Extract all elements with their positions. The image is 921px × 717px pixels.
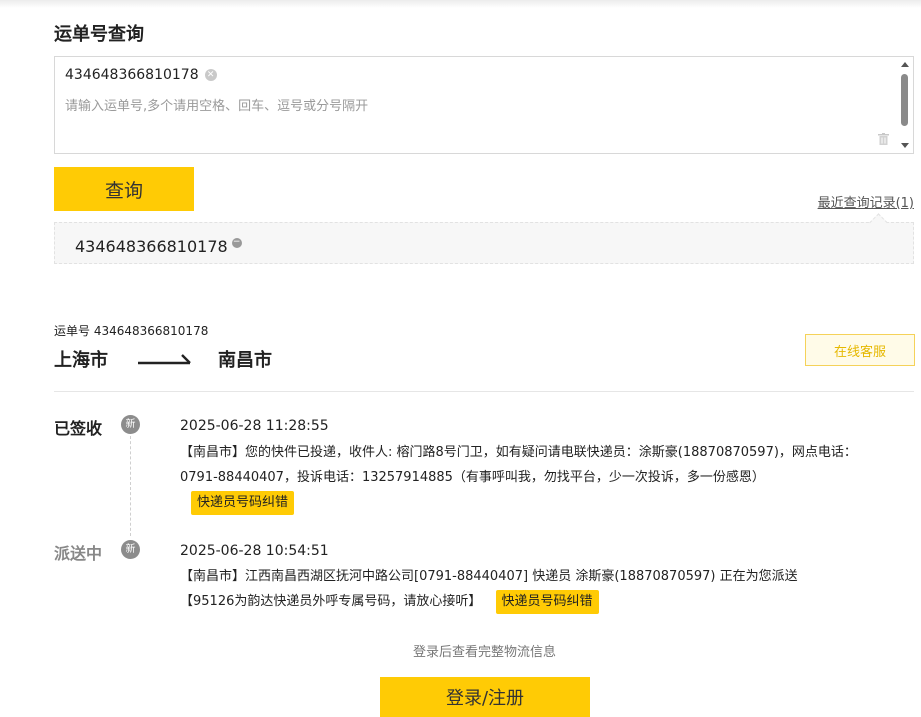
recent-history-panel: 434648366810178 − <box>54 213 914 264</box>
trash-icon[interactable] <box>878 133 889 145</box>
status-signed: 已签收 <box>54 419 103 438</box>
scrollbar[interactable] <box>898 58 912 152</box>
event-description: 【南昌市】您的快件已投递，收件人: 榕门路8号门卫，如有疑问请电联快递员：涂斯豪… <box>180 440 880 515</box>
origin-city: 上海市 <box>54 350 108 371</box>
history-item-label[interactable]: 434648366810178 <box>75 237 228 256</box>
new-badge-icon: 新 <box>121 540 140 559</box>
status-delivering: 派送中 <box>54 544 103 563</box>
close-circle-icon[interactable]: ✕ <box>204 69 217 81</box>
login-hint: 登录后查看完整物流信息 <box>412 645 556 660</box>
login-register-button[interactable]: 登录/注册 <box>380 677 590 717</box>
waybill-chip-label: 434648366810178 <box>65 67 199 83</box>
new-badge-icon: 新 <box>121 415 140 434</box>
top-bar <box>0 0 921 8</box>
history-pointer <box>869 213 888 232</box>
history-item[interactable]: 434648366810178 − <box>75 237 242 256</box>
recent-query-link[interactable]: 最近查询记录(1) <box>818 192 914 211</box>
online-service-button[interactable]: 在线客服 <box>805 334 915 366</box>
courier-correction-button[interactable]: 快递员号码纠错 <box>495 589 599 614</box>
event-description: 【南昌市】江西南昌西湖区抚河中路公司[0791-88440407] 快递员 涂斯… <box>180 564 840 614</box>
scroll-thumb[interactable] <box>901 74 908 126</box>
arrow-right-icon <box>138 354 191 365</box>
event-description-text: 【南昌市】江西南昌西湖区抚河中路公司[0791-88440407] 快递员 涂斯… <box>180 569 798 609</box>
waybill-chip: 434648366810178 ✕ <box>65 67 217 83</box>
waybill-input-area[interactable]: 434648366810178 ✕ 请输入运单号,多个请用空格、回车、逗号或分号… <box>54 56 914 154</box>
event-description-text: 【南昌市】您的快件已投递，收件人: 榕门路8号门卫，如有疑问请电联快递员：涂斯豪… <box>180 445 857 485</box>
destination-city: 南昌市 <box>218 350 272 371</box>
scroll-down-icon[interactable] <box>901 143 909 148</box>
courier-correction-button[interactable]: 快递员号码纠错 <box>191 490 295 515</box>
scroll-up-icon[interactable] <box>901 62 909 67</box>
divider <box>54 391 914 392</box>
minus-circle-icon[interactable]: − <box>231 238 242 248</box>
event-time: 2025-06-28 11:28:55 <box>180 418 329 434</box>
waybill-placeholder[interactable]: 请输入运单号,多个请用空格、回车、逗号或分号隔开 <box>65 95 368 114</box>
waybill-number: 运单号 434648366810178 <box>54 324 209 338</box>
timeline-line <box>130 436 131 536</box>
query-title: 运单号查询 <box>54 24 144 45</box>
event-time: 2025-06-28 10:54:51 <box>180 543 329 559</box>
query-button[interactable]: 查询 <box>54 167 194 211</box>
